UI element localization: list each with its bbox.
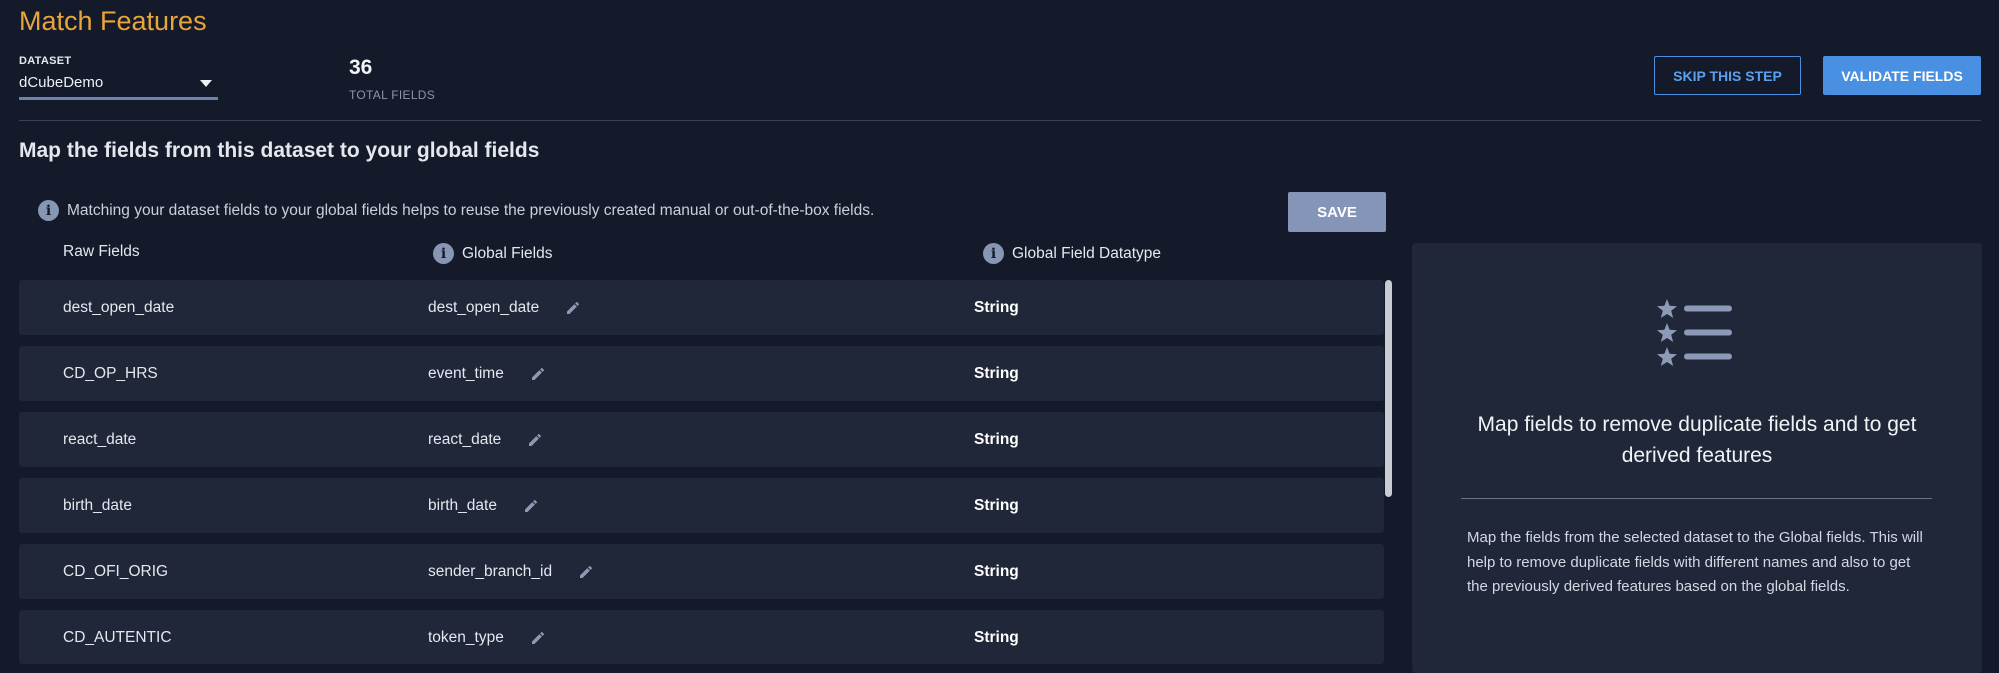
starred-list-icon (1656, 299, 1734, 376)
global-field: dest_open_date (428, 299, 581, 317)
section-heading: Map the fields from this dataset to your… (19, 139, 540, 162)
field-datatype: String (974, 629, 1019, 646)
column-header-label: Global Field Datatype (1012, 244, 1162, 262)
panel-description: Map the fields from the selected dataset… (1467, 529, 1923, 595)
edit-pencil-icon[interactable] (578, 564, 594, 580)
column-header-datatype: i Global Field Datatype (983, 243, 1161, 264)
total-fields-count: 36 (349, 56, 373, 79)
panel-divider (1461, 498, 1932, 499)
field-datatype: String (974, 431, 1019, 448)
table-row: CD_OP_HRS event_time String (19, 346, 1384, 401)
global-field-name: sender_branch_id (428, 563, 553, 580)
field-datatype: String (974, 299, 1019, 316)
total-fields-label: TOTAL FIELDS (349, 88, 436, 102)
global-field-name: event_time (428, 365, 504, 382)
raw-field: CD_OP_HRS (63, 365, 158, 382)
raw-field: CD_OFI_ORIG (63, 563, 169, 580)
global-field: sender_branch_id (428, 563, 594, 581)
dataset-value: dCubeDemo (19, 74, 104, 91)
panel-title: Map fields to remove duplicate fields an… (1477, 413, 1917, 467)
raw-field: dest_open_date (63, 299, 175, 316)
global-field-name: birth_date (428, 497, 497, 514)
table-row: dest_open_date dest_open_date String (19, 280, 1384, 335)
edit-pencil-icon[interactable] (523, 498, 539, 514)
info-icon[interactable]: i (433, 243, 454, 264)
field-datatype: String (974, 497, 1019, 514)
raw-field: react_date (63, 431, 137, 448)
info-icon[interactable]: i (983, 243, 1004, 264)
save-button[interactable]: SAVE (1288, 192, 1386, 232)
edit-pencil-icon[interactable] (565, 300, 581, 316)
global-field: birth_date (428, 497, 539, 515)
info-icon: i (38, 200, 59, 221)
help-panel: Map fields to remove duplicate fields an… (1412, 243, 1982, 673)
global-field-name: token_type (428, 629, 504, 646)
skip-step-button[interactable]: SKIP THIS STEP (1654, 56, 1801, 95)
table-row: CD_AUTENTIC token_type String (19, 610, 1384, 664)
edit-pencil-icon[interactable] (530, 366, 546, 382)
field-datatype: String (974, 365, 1019, 382)
global-field: token_type (428, 629, 546, 647)
dataset-label: DATASET (19, 55, 72, 67)
column-header-label: Global Fields (462, 244, 553, 262)
caret-down-icon (200, 80, 212, 87)
info-message: i Matching your dataset fields to your g… (38, 200, 874, 221)
header-divider (19, 120, 1981, 121)
page-title: Match Features (19, 6, 207, 36)
field-datatype: String (974, 563, 1019, 580)
edit-pencil-icon[interactable] (530, 630, 546, 646)
table-row: CD_OFI_ORIG sender_branch_id String (19, 544, 1384, 599)
table-row: birth_date birth_date String (19, 478, 1384, 533)
column-header-label: Raw Fields (63, 243, 140, 260)
column-header-raw-fields: Raw Fields (63, 243, 140, 261)
column-header-global-fields: i Global Fields (433, 243, 552, 264)
global-field: event_time (428, 365, 546, 383)
dataset-select[interactable]: dCubeDemo (19, 72, 218, 100)
table-row: react_date react_date String (19, 412, 1384, 467)
raw-field: birth_date (63, 497, 132, 514)
validate-fields-button[interactable]: VALIDATE FIELDS (1823, 56, 1981, 95)
info-text: Matching your dataset fields to your glo… (67, 201, 875, 219)
global-field: react_date (428, 431, 543, 449)
raw-field: CD_AUTENTIC (63, 629, 172, 646)
table-scrollbar[interactable] (1385, 280, 1392, 497)
edit-pencil-icon[interactable] (527, 432, 543, 448)
global-field-name: react_date (428, 431, 502, 448)
global-field-name: dest_open_date (428, 299, 540, 316)
